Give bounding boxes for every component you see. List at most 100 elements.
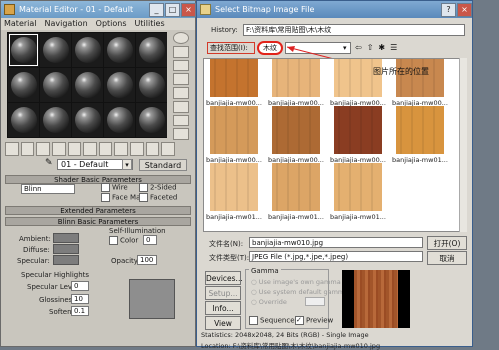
minimize-button[interactable]: _ (149, 3, 164, 17)
filetype-select[interactable]: JPEG File (*.jpg,*.jpe,*.jpeg) (249, 251, 423, 262)
thumbnail-image[interactable] (210, 163, 258, 211)
sample-slot[interactable] (136, 68, 167, 102)
sample-slot[interactable] (72, 33, 103, 67)
faceted-checkbox[interactable] (139, 193, 148, 202)
dialog-close-button[interactable]: × (457, 3, 472, 17)
material-type-button[interactable]: Standard (139, 159, 187, 171)
thumbnail-scrollbar[interactable] (459, 58, 467, 232)
gamma-override-field[interactable] (305, 297, 325, 306)
specular-level-value[interactable]: 0 (71, 281, 89, 291)
sample-slot[interactable] (8, 33, 39, 67)
self-illum-color-checkbox[interactable] (109, 236, 118, 245)
shader-type-select[interactable]: Blinn (21, 184, 75, 194)
material-sphere (10, 107, 37, 133)
put-to-scene-icon[interactable] (20, 142, 35, 156)
make-preview-icon[interactable] (173, 100, 189, 113)
sample-slot[interactable] (136, 33, 167, 67)
glossiness-value[interactable]: 10 (71, 294, 89, 304)
go-to-parent-icon[interactable] (161, 142, 176, 156)
menu-utilities[interactable]: Utilities (135, 18, 165, 30)
show-map-in-viewport-icon[interactable] (130, 142, 144, 156)
uv-tiling-icon[interactable] (173, 73, 189, 85)
options-icon[interactable] (173, 114, 189, 127)
gamma-option-override[interactable]: ○ Override (251, 298, 287, 306)
devices-button[interactable]: Devices... (205, 271, 243, 285)
sample-type-icon[interactable] (173, 32, 189, 44)
preview-checkbox[interactable] (295, 316, 304, 325)
thumbnail-image[interactable] (396, 59, 444, 97)
sample-slot[interactable] (40, 103, 71, 137)
material-editor-menubar: Material Navigation Options Utilities (1, 18, 195, 30)
wire-checkbox[interactable] (101, 183, 110, 192)
thumbnail-image[interactable] (334, 59, 382, 97)
sample-slot[interactable] (72, 68, 103, 102)
view-menu-icon[interactable]: ☰ (390, 42, 397, 54)
thumbnail-image[interactable] (334, 163, 382, 211)
assign-to-selection-icon[interactable] (36, 142, 50, 156)
reset-map-icon[interactable] (51, 142, 66, 156)
material-sphere (74, 72, 101, 98)
diffuse-color-swatch[interactable] (53, 244, 79, 254)
thumbnail-image[interactable] (272, 59, 320, 97)
open-button[interactable]: 打开(O) (427, 236, 467, 250)
thumbnail-image[interactable] (334, 106, 382, 154)
find-in-value[interactable]: 木纹 (257, 41, 283, 55)
sample-slot[interactable] (72, 103, 103, 137)
blinn-basic-rollout[interactable]: Blinn Basic Parameters (5, 217, 191, 226)
pick-material-icon[interactable]: ✎ (45, 158, 55, 170)
thumbnail-image[interactable] (272, 106, 320, 154)
sample-slot[interactable] (136, 103, 167, 137)
menu-options[interactable]: Options (96, 18, 127, 30)
sample-slot[interactable] (8, 68, 39, 102)
sample-slot[interactable] (104, 68, 135, 102)
setup-button[interactable]: Setup... (205, 286, 241, 300)
sequence-checkbox[interactable] (249, 316, 258, 325)
chevron-down-icon[interactable]: ▾ (122, 159, 132, 170)
two-sided-option[interactable]: 2-Sided (139, 183, 177, 192)
material-effects-channel-icon[interactable] (114, 142, 129, 156)
sample-slot[interactable] (8, 103, 39, 137)
sample-slot[interactable] (40, 68, 71, 102)
thumbnail-image[interactable] (272, 163, 320, 211)
help-button[interactable]: ? (441, 3, 456, 17)
wire-option[interactable]: Wire (101, 183, 128, 192)
thumbnail-image[interactable] (210, 106, 258, 154)
get-material-icon[interactable] (5, 142, 19, 156)
sequence-option[interactable]: Sequence (249, 316, 295, 325)
self-illum-value[interactable]: 0 (143, 235, 157, 245)
video-color-check-icon[interactable] (173, 87, 189, 99)
filename-field[interactable]: banjiajia-mw010.jpg (249, 237, 423, 248)
gamma-option-own[interactable]: ○ Use image's own gamma (251, 278, 341, 286)
copy-material-icon[interactable] (67, 142, 82, 156)
opacity-value[interactable]: 100 (137, 255, 157, 265)
face-map-checkbox[interactable] (101, 193, 110, 202)
view-button[interactable]: View (205, 316, 241, 330)
history-combo[interactable]: F:\资料库\常用贴图\木\木纹 (243, 24, 465, 36)
two-sided-checkbox[interactable] (139, 183, 148, 192)
info-button[interactable]: Info... (205, 301, 241, 315)
background-icon[interactable] (173, 59, 189, 72)
menu-navigation[interactable]: Navigation (45, 18, 88, 30)
thumbnail-image[interactable] (396, 106, 444, 154)
sample-slot[interactable] (40, 33, 71, 67)
self-illum-color-option[interactable]: Color (109, 236, 138, 245)
ambient-color-swatch[interactable] (53, 233, 79, 243)
specular-color-swatch[interactable] (53, 255, 79, 265)
show-end-result-icon[interactable] (145, 142, 160, 156)
soften-value[interactable]: 0.1 (71, 306, 89, 316)
preview-option[interactable]: Preview (295, 316, 333, 325)
extended-parameters-rollout[interactable]: Extended Parameters (5, 206, 191, 215)
sample-slot[interactable] (104, 103, 135, 137)
faceted-option[interactable]: Faceted (139, 193, 177, 202)
put-to-library-icon[interactable] (98, 142, 113, 156)
select-by-material-icon[interactable] (173, 128, 189, 140)
sample-slot[interactable] (104, 33, 135, 67)
thumbnail-image[interactable] (210, 59, 258, 97)
maximize-button[interactable]: □ (165, 3, 180, 17)
gamma-option-system[interactable]: ○ Use system default gamma (251, 288, 348, 296)
close-button[interactable]: × (181, 3, 196, 17)
make-unique-icon[interactable] (83, 142, 97, 156)
menu-material[interactable]: Material (4, 18, 37, 30)
backlight-icon[interactable] (173, 45, 189, 58)
cancel-button[interactable]: 取消 (427, 251, 467, 265)
